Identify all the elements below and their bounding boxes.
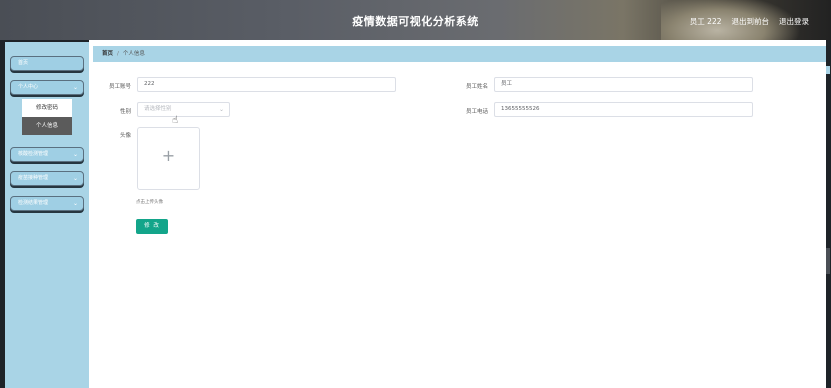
scroll-indicator[interactable]: [826, 66, 830, 74]
side-handle[interactable]: [826, 248, 830, 274]
breadcrumb-home[interactable]: 首页: [102, 51, 113, 57]
top-header: 疫情数据可视化分析系统 员工 222 退出到前台 退出登录: [0, 0, 831, 46]
chevron-down-icon: ⌄: [72, 175, 78, 182]
plus-icon: +: [161, 146, 176, 165]
right-edge: [826, 40, 831, 388]
hand-cursor-icon: ☝: [172, 115, 179, 126]
chevron-down-icon: ⌄: [72, 151, 78, 158]
submit-button[interactable]: 修 改: [136, 219, 168, 234]
upload-tip: 点击上传头像: [136, 200, 163, 205]
sidebar-item-personal-center[interactable]: 个人中心 ⌄: [10, 80, 84, 95]
sidebar-item-nucleic-test[interactable]: 核酸检测管理 ⌄: [10, 147, 84, 162]
gender-select[interactable]: 请选择性别 ⌄: [137, 102, 230, 117]
emp-name-label: 员工姓名: [465, 84, 488, 90]
sidebar: 首页 个人中心 ⌄ 核酸检测管理 ⌄ 疫苗接种管理 ⌄ 检测结果管理 ⌄: [5, 42, 89, 388]
back-to-front-link[interactable]: 退出到前台: [732, 16, 770, 27]
sidebar-item-vaccination[interactable]: 疫苗接种管理 ⌄: [10, 171, 84, 186]
avatar-label: 头像: [119, 133, 131, 139]
logout-link[interactable]: 退出登录: [779, 16, 809, 27]
emp-name-field[interactable]: 员工: [494, 77, 753, 92]
avatar-upload[interactable]: +: [137, 127, 200, 190]
chevron-down-icon: ⌄: [72, 200, 78, 207]
gender-label: 性别: [119, 109, 131, 115]
sidebar-item-test-results[interactable]: 检测结果管理 ⌄: [10, 196, 84, 211]
breadcrumb-current: 个人信息: [122, 51, 145, 57]
submenu-item-personal-info[interactable]: 个人信息: [22, 117, 72, 135]
personal-center-submenu: 修改密码 个人信息: [22, 99, 72, 136]
submenu-item-change-password[interactable]: 修改密码: [22, 99, 72, 117]
main-content: 首页 / 个人信息 员工账号 222 员工姓名 员工 性别 请选择性别 ⌄ 员工电话…: [89, 40, 826, 388]
header-actions: 员工 222 退出到前台 退出登录: [690, 16, 809, 27]
sidebar-item-label: 个人中心: [18, 84, 39, 90]
chevron-down-icon: ⌄: [218, 106, 224, 113]
sidebar-item-label: 核酸检测管理: [18, 151, 49, 157]
sidebar-item-label: 首页: [18, 60, 29, 66]
sidebar-item-label: 检测结果管理: [18, 200, 49, 206]
emp-no-label: 员工账号: [108, 84, 131, 90]
phone-label: 员工电话: [465, 109, 488, 115]
sidebar-item-home[interactable]: 首页: [10, 56, 84, 71]
sidebar-item-label: 疫苗接种管理: [18, 175, 49, 181]
gender-placeholder: 请选择性别: [144, 106, 172, 112]
breadcrumb-separator: /: [117, 51, 119, 57]
breadcrumb: 首页 / 个人信息: [93, 46, 826, 62]
emp-no-field[interactable]: 222: [137, 77, 396, 92]
phone-field[interactable]: 13655555526: [494, 102, 753, 117]
current-user: 员工 222: [689, 17, 722, 26]
chevron-down-icon: ⌄: [72, 84, 78, 91]
